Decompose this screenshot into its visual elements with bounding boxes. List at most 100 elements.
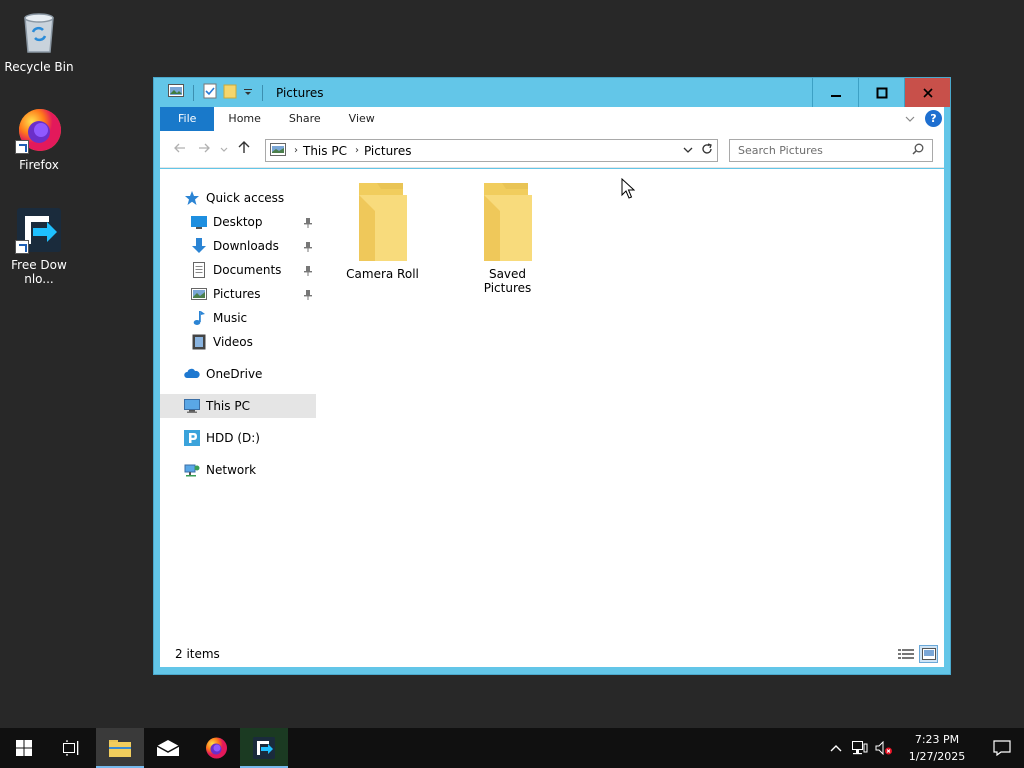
- chevron-up-icon: [830, 745, 842, 752]
- expand-ribbon-icon[interactable]: [905, 112, 915, 126]
- nav-item-pictures[interactable]: Pictures: [160, 282, 316, 306]
- desktop-icon-label: Free Downlo...: [11, 258, 67, 286]
- windows-logo-icon: [16, 740, 32, 756]
- volume-muted-icon[interactable]: [872, 741, 896, 755]
- address-history-dropdown[interactable]: [683, 143, 693, 158]
- properties-icon[interactable]: [203, 83, 217, 102]
- address-bar[interactable]: › This PC › Pictures: [265, 139, 718, 162]
- pictures-location-icon: [270, 142, 286, 159]
- close-button[interactable]: [904, 78, 950, 107]
- taskbar-firefox[interactable]: [192, 728, 240, 768]
- shortcut-arrow-icon: [15, 240, 29, 254]
- pictures-icon: [191, 286, 207, 302]
- mail-icon: [156, 740, 180, 756]
- recent-locations-button[interactable]: [216, 141, 232, 157]
- drive-icon: [184, 430, 200, 446]
- window-title: Pictures: [276, 85, 324, 100]
- maximize-button[interactable]: [858, 78, 904, 107]
- nav-item-label: Downloads: [213, 239, 279, 253]
- tab-view[interactable]: View: [335, 107, 389, 131]
- nav-item-hdd[interactable]: HDD (D:): [160, 426, 316, 450]
- network-status-icon[interactable]: [848, 741, 872, 755]
- nav-item-this-pc[interactable]: This PC: [160, 394, 316, 418]
- new-folder-icon[interactable]: [223, 83, 237, 102]
- clock[interactable]: 7:23 PM 1/27/2025: [900, 731, 974, 765]
- refresh-button[interactable]: [701, 143, 713, 158]
- taskbar-mail[interactable]: [144, 728, 192, 768]
- shortcut-arrow-icon: [15, 140, 29, 154]
- nav-item-network[interactable]: Network: [160, 458, 316, 482]
- minimize-icon: [830, 94, 841, 97]
- large-icons-view-icon: [921, 648, 936, 660]
- breadcrumb-pictures[interactable]: Pictures: [364, 144, 412, 158]
- pin-icon[interactable]: [304, 241, 312, 255]
- music-note-icon: [191, 310, 207, 326]
- nav-item-label: Pictures: [213, 287, 261, 301]
- nav-item-onedrive[interactable]: OneDrive: [160, 362, 316, 386]
- nav-item-downloads[interactable]: Downloads: [160, 234, 316, 258]
- free-download-manager-icon: [253, 737, 275, 759]
- nav-item-label: Videos: [213, 335, 253, 349]
- chevron-down-icon: [683, 147, 693, 153]
- file-explorer-window: Pictures File Home Share View ? › This P…: [153, 77, 951, 675]
- breadcrumb-this-pc[interactable]: This PC: [303, 144, 347, 158]
- folder-icon: [480, 181, 536, 263]
- nav-item-label: OneDrive: [206, 367, 263, 381]
- taskbar: 7:23 PM 1/27/2025: [0, 728, 1024, 768]
- item-count: 2 items: [175, 647, 220, 661]
- nav-item-documents[interactable]: Documents: [160, 258, 316, 282]
- forward-button[interactable]: [192, 141, 216, 157]
- address-toolbar: › This PC › Pictures: [160, 131, 944, 168]
- toolbar-divider: [262, 84, 263, 101]
- desktop-icon-free-download-manager[interactable]: Free Downlo...: [1, 206, 77, 286]
- large-icons-view-button[interactable]: [919, 645, 938, 663]
- folder-item-saved-pictures[interactable]: Saved Pictures: [465, 181, 550, 295]
- search-input[interactable]: [738, 144, 898, 157]
- folder-label: Saved Pictures: [483, 267, 532, 295]
- nav-item-label: Network: [206, 463, 257, 477]
- up-button[interactable]: [232, 140, 256, 158]
- system-tray: 7:23 PM 1/27/2025: [824, 728, 1024, 768]
- pin-icon[interactable]: [304, 265, 312, 279]
- nav-item-videos[interactable]: Videos: [160, 330, 316, 354]
- forward-arrow-icon: [199, 143, 210, 153]
- taskbar-file-explorer[interactable]: [96, 728, 144, 768]
- start-button[interactable]: [0, 728, 48, 768]
- search-icon[interactable]: [912, 143, 924, 158]
- window-app-icon[interactable]: [168, 84, 184, 101]
- document-icon: [191, 262, 207, 278]
- search-box[interactable]: [729, 139, 933, 162]
- tab-home[interactable]: Home: [214, 107, 274, 131]
- help-icon[interactable]: ?: [925, 110, 942, 127]
- folder-label: Camera Roll: [346, 267, 419, 281]
- pin-icon[interactable]: [304, 289, 312, 303]
- folder-item-camera-roll[interactable]: Camera Roll: [340, 181, 425, 295]
- nav-item-label: HDD (D:): [206, 431, 260, 445]
- desktop-icon-label: Recycle Bin: [4, 60, 74, 74]
- title-bar[interactable]: Pictures: [154, 78, 950, 107]
- task-view-button[interactable]: [48, 728, 96, 768]
- clock-time: 7:23 PM: [914, 733, 960, 746]
- maximize-icon: [876, 87, 887, 98]
- nav-quick-access[interactable]: Quick access: [160, 186, 316, 210]
- pin-icon[interactable]: [304, 217, 312, 231]
- tab-share[interactable]: Share: [275, 107, 335, 131]
- explorer-body: Quick access Desktop Downloads Documents…: [160, 169, 944, 641]
- nav-item-desktop[interactable]: Desktop: [160, 210, 316, 234]
- recycle-bin-icon: [15, 8, 63, 56]
- show-hidden-icons-button[interactable]: [824, 744, 848, 752]
- customize-quick-access-icon[interactable]: [243, 86, 253, 100]
- taskbar-free-download-manager[interactable]: [240, 728, 288, 768]
- desktop-icon-recycle-bin[interactable]: Recycle Bin: [1, 8, 77, 74]
- details-view-button[interactable]: [896, 645, 915, 663]
- free-download-manager-icon: [15, 206, 63, 254]
- action-center-button[interactable]: [980, 740, 1024, 756]
- tab-file[interactable]: File: [160, 107, 215, 131]
- nav-item-label: Documents: [213, 263, 282, 277]
- nav-item-music[interactable]: Music: [160, 306, 316, 330]
- firefox-icon: [206, 737, 227, 759]
- desktop-icon-firefox[interactable]: Firefox: [1, 106, 77, 172]
- status-bar: 2 items: [160, 641, 944, 667]
- back-button[interactable]: [168, 141, 192, 157]
- minimize-button[interactable]: [812, 78, 858, 107]
